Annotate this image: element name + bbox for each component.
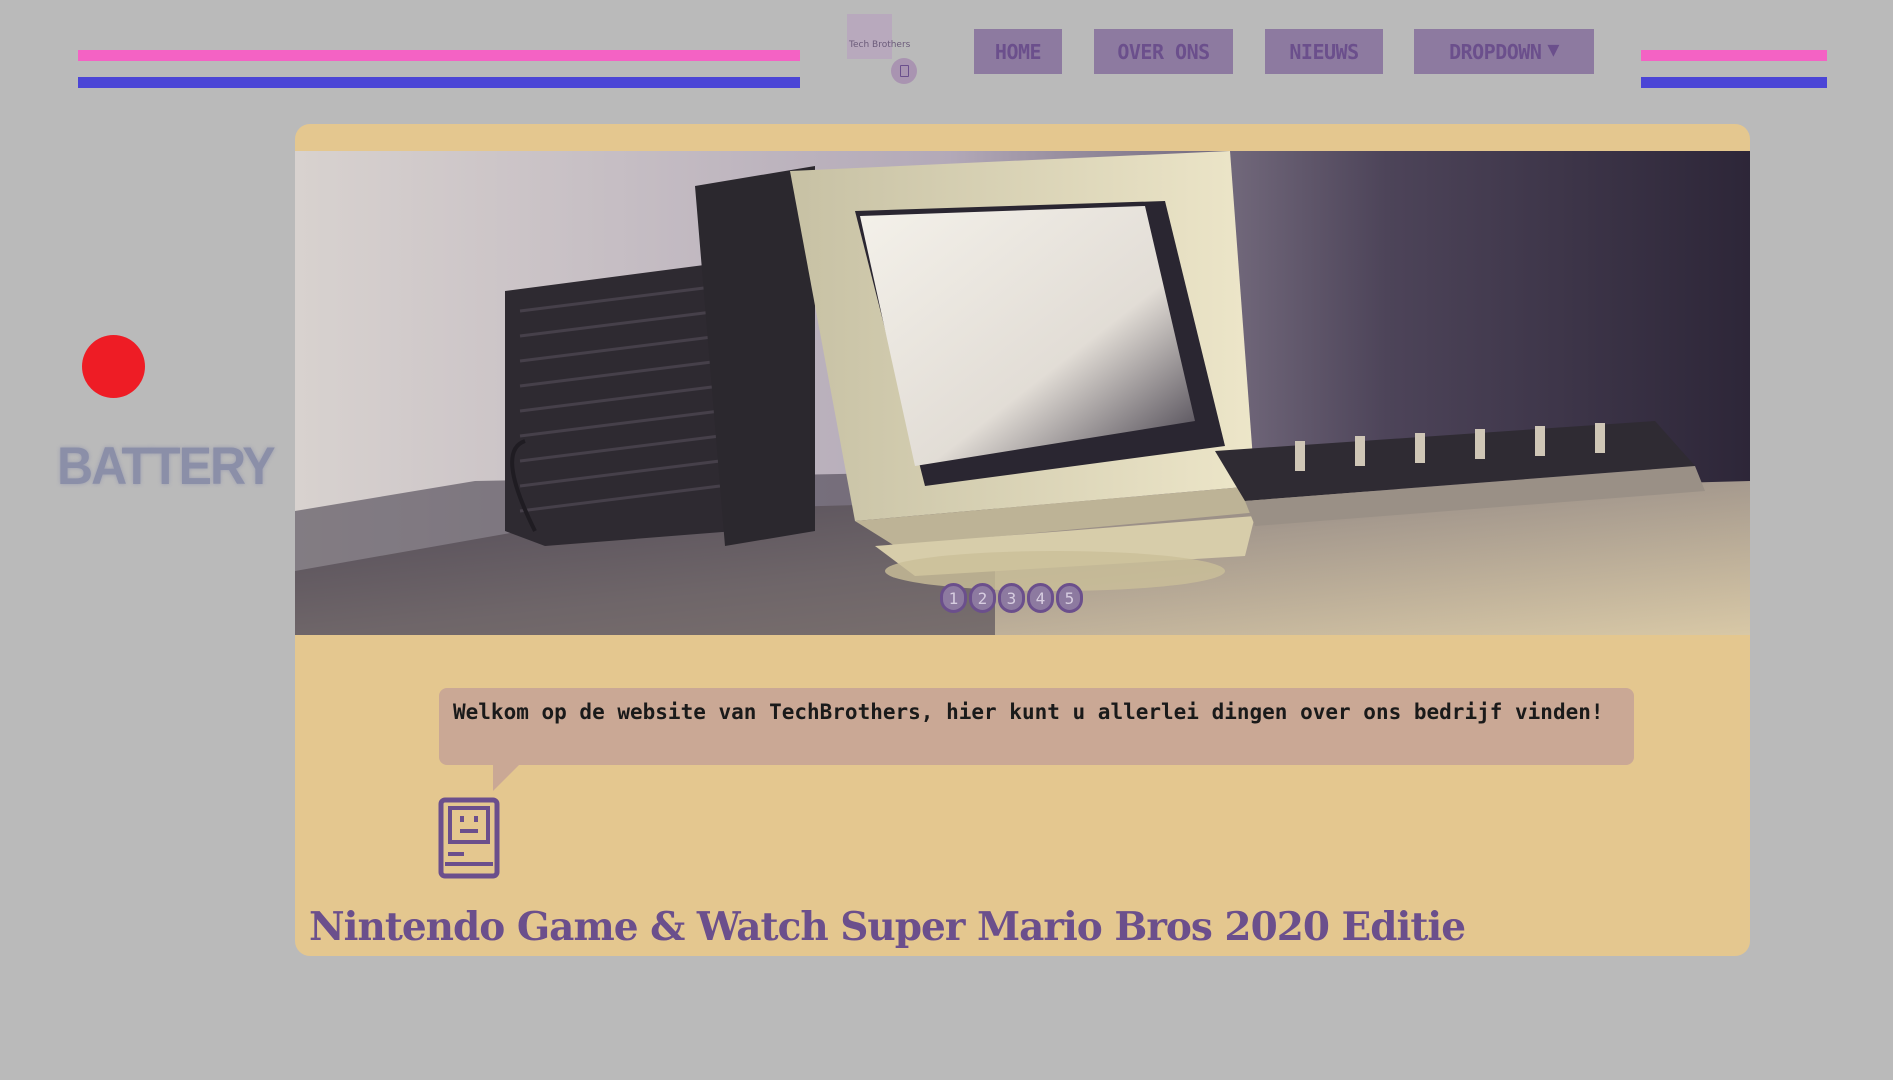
logo-badge-icon <box>891 58 917 84</box>
product-title: Nintendo Game & Watch Super Mario Bros 2… <box>309 904 1466 950</box>
carousel-dot[interactable]: 2 <box>969 583 996 613</box>
logo-text: Tech Brothers <box>849 40 911 50</box>
triangle-down-icon: ▼ <box>1547 36 1559 61</box>
nav-home-label: Home <box>994 39 1042 64</box>
header-stripe-blue-left <box>78 77 800 88</box>
nav-nieuws-button[interactable]: Nieuws <box>1265 29 1383 74</box>
battery-label: BATTERY <box>57 436 276 496</box>
speech-bubble-tail <box>493 765 519 791</box>
header-stripe-pink-right <box>1641 50 1827 61</box>
nav-dropdown-button[interactable]: Dropdown ▼ <box>1414 29 1594 74</box>
logo-square <box>847 14 892 59</box>
carousel-dot[interactable]: 4 <box>1027 583 1054 613</box>
nav-dropdown-label: Dropdown <box>1449 39 1542 64</box>
welcome-speech-bubble: Welkom op de website van TechBrothers, h… <box>439 688 1634 765</box>
header-stripe-blue-right <box>1641 77 1827 88</box>
carousel-dot[interactable]: 5 <box>1056 583 1083 613</box>
nav-over-ons-button[interactable]: Over ons <box>1094 29 1233 74</box>
site-logo[interactable]: Tech Brothers <box>847 14 917 86</box>
retro-computer-photo <box>295 151 1750 635</box>
nav-home-button[interactable]: Home <box>974 29 1062 74</box>
nav-over-ons-label: Over ons <box>1117 39 1210 64</box>
carousel-image: 1 2 3 4 5 <box>295 151 1750 635</box>
carousel-dots: 1 2 3 4 5 <box>940 583 1083 613</box>
nav-nieuws-label: Nieuws <box>1289 39 1359 64</box>
battery-status-indicator <box>82 335 145 398</box>
header-stripe-pink-left <box>78 50 800 61</box>
main-card: 1 2 3 4 5 Welkom op de website van TechB… <box>295 124 1750 956</box>
carousel-dot[interactable]: 1 <box>940 583 967 613</box>
mac-icon <box>438 797 500 879</box>
carousel-dot[interactable]: 3 <box>998 583 1025 613</box>
